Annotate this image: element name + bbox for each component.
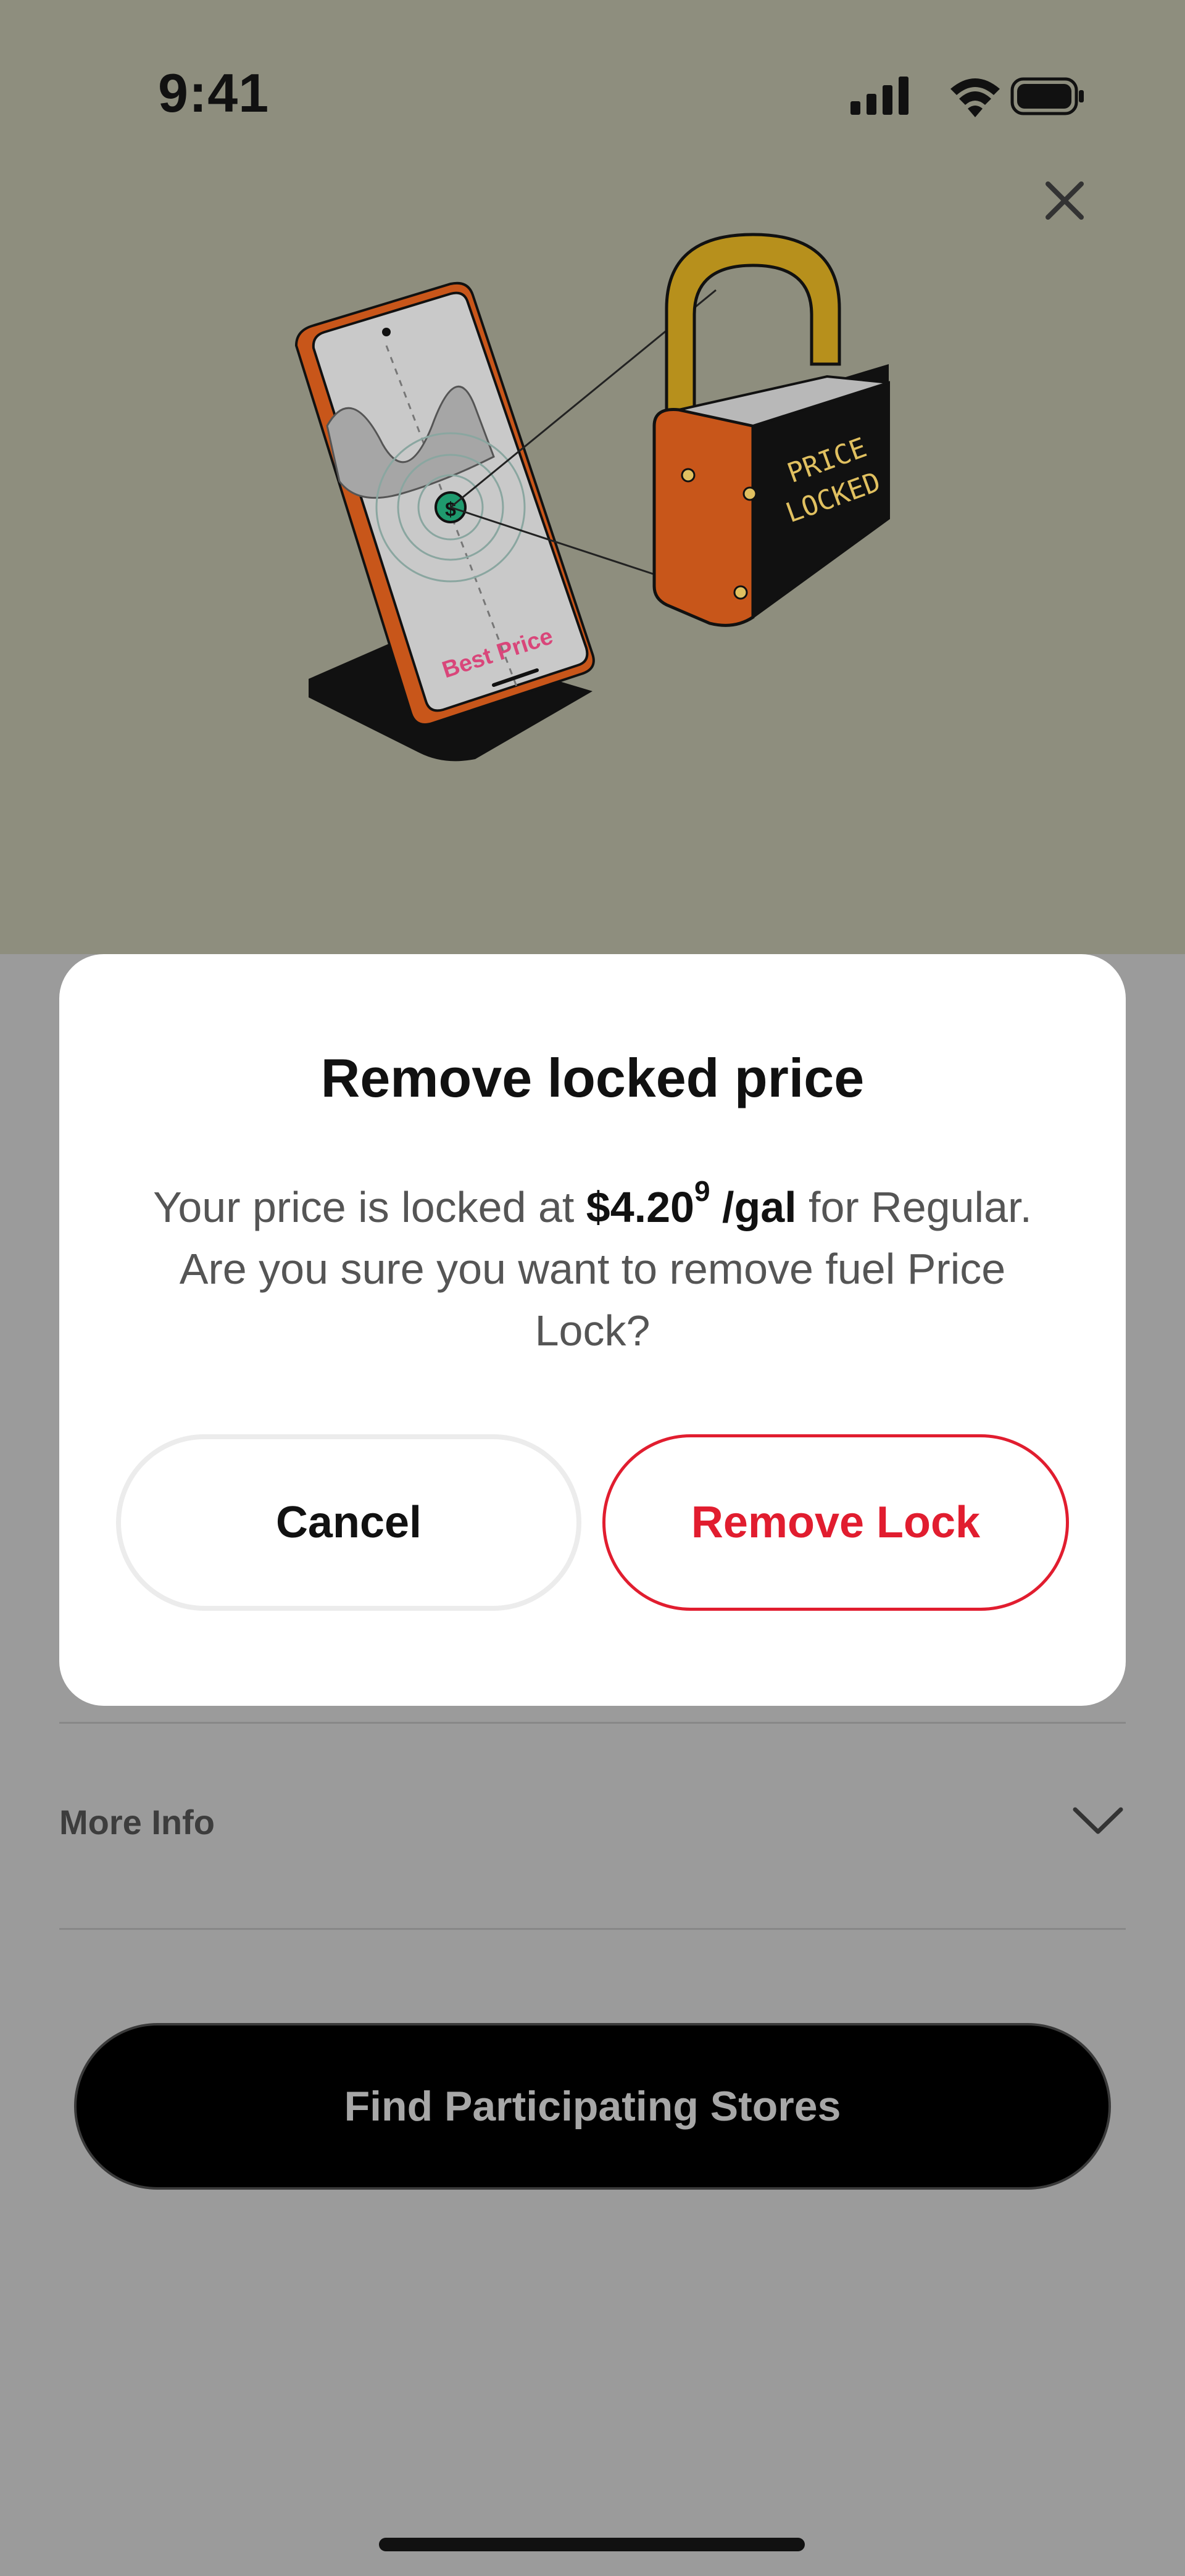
locked-price: $4.20	[586, 1183, 694, 1231]
remove-lock-button[interactable]: Remove Lock	[602, 1434, 1069, 1611]
find-participating-stores-button[interactable]: Find Participating Stores	[74, 2023, 1111, 2190]
home-indicator	[379, 2538, 805, 2551]
cellular-signal-icon	[850, 77, 908, 115]
price-unit: /gal	[710, 1183, 797, 1231]
remove-lock-dialog: Remove locked price Your price is locked…	[59, 954, 1126, 1706]
wifi-icon	[950, 78, 1000, 117]
dialog-message: Your price is locked at $4.209 /gal for …	[153, 1175, 1032, 1355]
status-time: 9:41	[158, 62, 270, 123]
status-icons	[850, 77, 1084, 117]
close-icon[interactable]	[1037, 173, 1092, 228]
padlock-icon: PRICE LOCKED	[652, 233, 890, 627]
hero-illustration-area: 9:41 $ Best Price PRICE LOCKED	[0, 0, 1185, 954]
more-info-row[interactable]: More Info	[59, 1722, 1126, 1919]
battery-icon	[1010, 77, 1084, 115]
price-lock-illustration: $ Best Price PRICE LOCKED	[294, 233, 890, 762]
more-info-label: More Info	[59, 1803, 215, 1842]
divider	[59, 1928, 1126, 1930]
price-fraction: 9	[694, 1175, 710, 1207]
chevron-down-icon	[1073, 1807, 1123, 1834]
status-bar: 9:41	[0, 0, 1185, 185]
phone-icon: $ Best Price	[294, 281, 595, 726]
dialog-title: Remove locked price	[320, 1047, 865, 1108]
cancel-button[interactable]: Cancel	[116, 1434, 581, 1611]
